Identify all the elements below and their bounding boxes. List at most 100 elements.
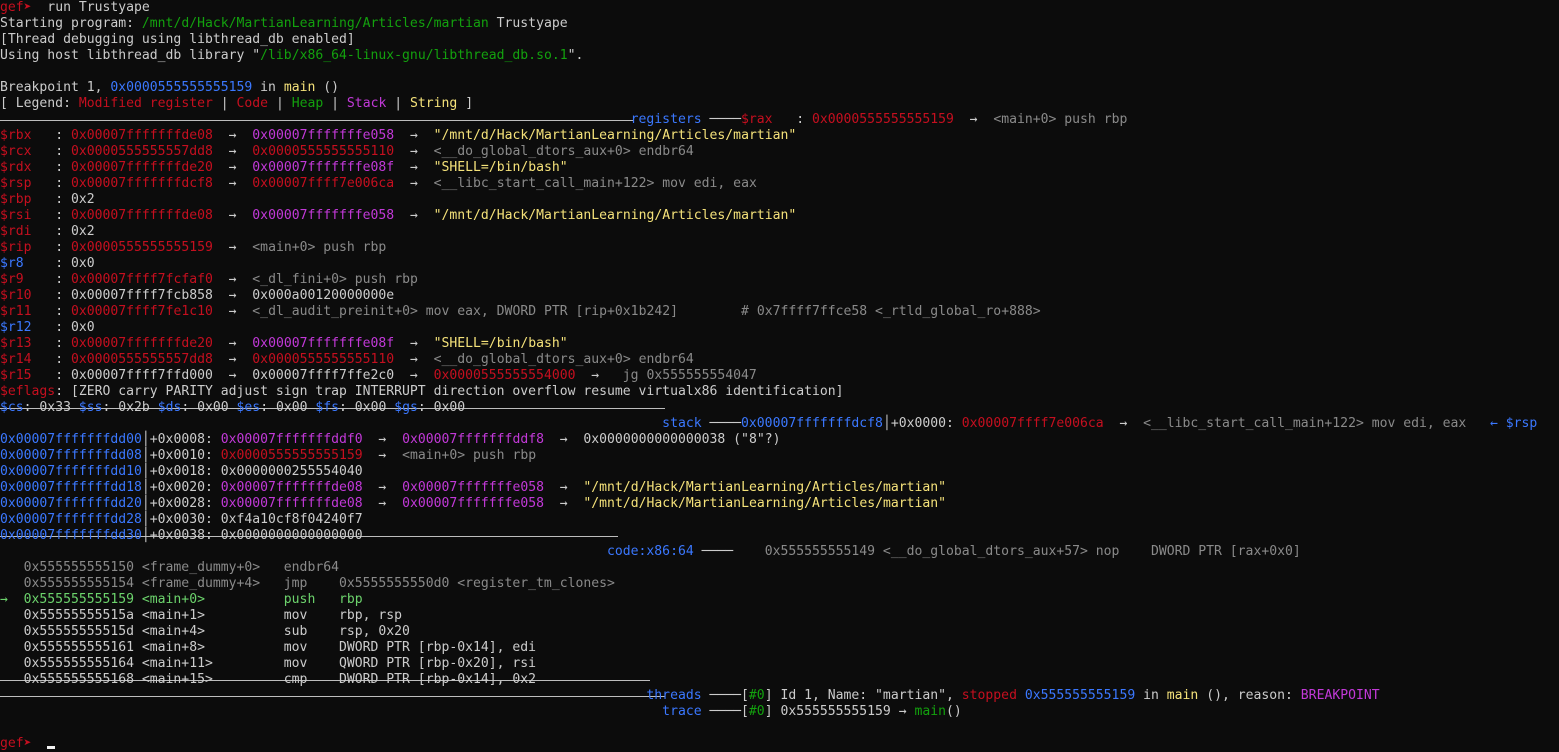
terminal-text: → xyxy=(394,176,434,191)
terminal-text: 0x555555555164 <main+11> mov QWORD PTR [… xyxy=(0,656,537,671)
terminal-text: : xyxy=(796,112,812,127)
terminal-text: → xyxy=(394,144,434,159)
terminal-text: : 0x00 xyxy=(417,400,466,415)
terminal-line: gef➤ xyxy=(0,736,56,752)
terminal-text: $r13 xyxy=(0,336,56,351)
terminal-text: $rdi xyxy=(0,224,56,239)
terminal-text: $r12 xyxy=(0,320,56,335)
terminal-text: 0x555555555149 <__do_global_dtors_aux+57… xyxy=(764,544,1301,559)
terminal-text: [ Legend: xyxy=(0,96,79,111)
text-cursor xyxy=(47,746,56,749)
terminal-text: ──── xyxy=(701,544,765,559)
terminal-text: │+0x0030: 0xf4a10cf8f04240f7 xyxy=(141,512,363,527)
terminal-text: → xyxy=(394,352,434,367)
terminal-text: 0x55555555515a <main+1> mov rbp, rsp xyxy=(0,608,403,623)
terminal-text: 0x00007ffff7e006ca xyxy=(961,416,1104,431)
terminal-text: → xyxy=(394,128,434,143)
terminal-text: $r8 xyxy=(0,256,56,271)
terminal-text: 0x00007fffffffe058 xyxy=(402,496,544,511)
terminal-line: $rdx : 0x00007fffffffde20 → 0x00007fffff… xyxy=(0,160,568,176)
terminal-line: $rdi : 0x2 xyxy=(0,224,95,240)
terminal-text: → 0x555555555159 <main+0> push rbp xyxy=(0,592,363,607)
terminal-text: Breakpoint 1, xyxy=(0,80,111,95)
terminal-text: 0x555555555154 <frame_dummy+4> jmp 0x555… xyxy=(0,576,615,591)
terminal-text: 0x0000555555557dd8 xyxy=(70,352,213,367)
terminal-line: trace ────[#0] 0x555555555159 → main() xyxy=(0,704,962,720)
terminal-line: 0x00007fffffffdd18│+0x0020: 0x00007fffff… xyxy=(0,480,946,496)
terminal-text: → xyxy=(212,128,253,143)
terminal-line: $rcx : 0x0000555555557dd8 → 0x0000555555… xyxy=(0,144,694,160)
terminal-line: 0x00007fffffffdd30│+0x0038: 0x0000000000… xyxy=(0,528,363,544)
terminal-text: $rdx xyxy=(0,160,56,175)
terminal-text: 0x00007fffffffdd20 xyxy=(0,496,142,511)
terminal-text: : xyxy=(55,304,71,319)
terminal-text: main xyxy=(1166,688,1199,703)
terminal-text: → xyxy=(575,368,615,383)
terminal-text: $ds xyxy=(157,400,182,415)
terminal-text: : xyxy=(55,128,71,143)
terminal-line: $r12 : 0x0 xyxy=(0,320,95,336)
terminal-text: 0x00007ffff7e006ca xyxy=(252,176,395,191)
terminal-text: /lib/x86_64-linux-gnu/libthread_db.so.1 xyxy=(260,48,568,63)
terminal-text: 0x00007fffffffdd18 xyxy=(0,480,142,495)
terminal-text: : 0x00 xyxy=(260,400,316,415)
terminal-text: ] 0x555555555159 → xyxy=(764,704,915,719)
terminal-line: $rsi : 0x00007fffffffde08 → 0x00007fffff… xyxy=(0,208,796,224)
terminal-text: → xyxy=(212,144,253,159)
terminal-text: $fs xyxy=(315,400,340,415)
terminal-text: in xyxy=(1135,688,1167,703)
terminal-text: : 0x0 xyxy=(55,256,95,271)
terminal-text: <__do_global_dtors_aux+0> endbr64 xyxy=(433,144,694,159)
terminal-text: → xyxy=(1103,416,1144,431)
terminal-text: $rbp xyxy=(0,192,56,207)
terminal-line: Starting program: /mnt/d/Hack/MartianLea… xyxy=(0,16,568,32)
terminal-text: <__libc_start_call_main+122> mov edi, ea… xyxy=(1143,416,1467,431)
terminal-text: → xyxy=(394,160,434,175)
terminal-text: │+0x0038: 0x0000000000000000 xyxy=(141,528,363,543)
terminal-text: code:x86:64 xyxy=(0,544,702,559)
terminal-text: → xyxy=(394,336,434,351)
terminal-text: $cs xyxy=(0,400,24,415)
terminal-text: 0x00007fffffffddf8 xyxy=(402,432,544,447)
terminal-text: ──── xyxy=(709,112,742,127)
terminal-text: │+0x0010: xyxy=(141,448,221,463)
terminal-text: "/mnt/d/Hack/MartianLearning/Articles/ma… xyxy=(433,208,797,223)
terminal-text: $rcx xyxy=(0,144,56,159)
terminal-text: () xyxy=(946,704,962,719)
terminal-text: : [ZERO carry PARITY adjust sign trap IN… xyxy=(55,384,844,399)
terminal-text: $ss xyxy=(78,400,103,415)
terminal-text: "/mnt/d/Hack/MartianLearning/Articles/ma… xyxy=(583,480,947,495)
terminal-text: → xyxy=(362,496,403,511)
terminal-line: $eflags: [ZERO carry PARITY adjust sign … xyxy=(0,384,844,400)
terminal-text: main xyxy=(283,80,316,95)
terminal-text: $r9 xyxy=(0,272,56,287)
terminal-text: registers xyxy=(0,112,710,127)
terminal-text: → xyxy=(212,272,253,287)
terminal-text: 0x0000555555555159 xyxy=(220,448,363,463)
terminal-line: [ Legend: Modified register | Code | Hea… xyxy=(0,96,473,112)
terminal-line: $cs: 0x33 $ss: 0x2b $ds: 0x00 $es: 0x00 … xyxy=(0,400,465,416)
terminal-text: String xyxy=(410,96,458,111)
terminal-text: │+0x0008: xyxy=(141,432,221,447)
terminal-text: $rbx xyxy=(0,128,56,143)
terminal-text: $es xyxy=(236,400,261,415)
terminal-text: → xyxy=(212,352,253,367)
terminal-text: → xyxy=(362,432,403,447)
terminal-text: : xyxy=(55,160,71,175)
terminal-text: : 0x2 xyxy=(55,224,95,239)
terminal-text: $eflags xyxy=(0,384,56,399)
terminal-text: → xyxy=(212,208,253,223)
terminal-text: "/mnt/d/Hack/MartianLearning/Articles/ma… xyxy=(433,128,797,143)
terminal-window[interactable]: gef➤ run Trustyape Starting program: /mnt… xyxy=(0,0,1559,751)
terminal-text: 0x00007ffff7fcfaf0 xyxy=(70,272,213,287)
terminal-line: 0x555555555154 <frame_dummy+4> jmp 0x555… xyxy=(0,576,615,592)
terminal-text: jg 0x555555554047 xyxy=(614,368,757,383)
terminal-text: 0x555555555168 <main+15> cmp DWORD PTR [… xyxy=(0,672,537,687)
terminal-text: ". xyxy=(567,48,584,63)
terminal-text: 0x00007fffffffe058 xyxy=(252,208,395,223)
terminal-text: #0 xyxy=(748,704,765,719)
terminal-text: : xyxy=(55,352,71,367)
terminal-text: Modified register xyxy=(78,96,213,111)
terminal-line: 0x00007fffffffdd00│+0x0008: 0x00007fffff… xyxy=(0,432,780,448)
